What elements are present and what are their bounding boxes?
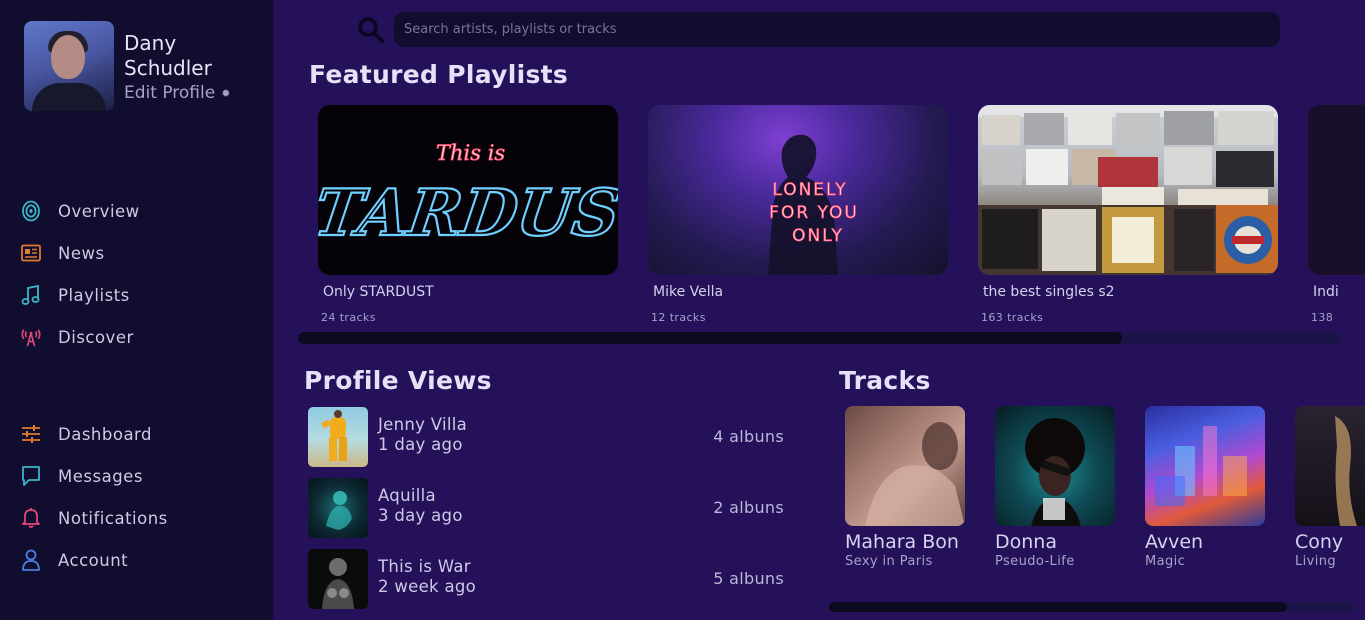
playlist-card[interactable]: LONELY FOR YOU ONLY Mike Vella 12 tracks — [648, 105, 948, 324]
track-artist: Living — [1295, 554, 1337, 569]
playlist-track-count: 12 tracks — [651, 311, 706, 324]
neon-line-3: ONLY — [792, 226, 844, 246]
track-name: Cony — [1295, 531, 1344, 553]
list-item[interactable]: Aquilla 3 day ago 2 albuns — [308, 478, 788, 538]
avatar[interactable] — [24, 21, 114, 111]
profile-view-name: Aquilla — [378, 486, 436, 505]
profile-view-time: 2 week ago — [378, 577, 477, 596]
nav-label-news: News — [58, 243, 105, 263]
nav-label-dashboard: Dashboard — [58, 424, 153, 444]
featured-scrollbar-thumb[interactable] — [298, 332, 1122, 344]
nav-item-dashboard[interactable]: Dashboard — [20, 413, 168, 455]
nav-item-discover[interactable]: Discover — [20, 316, 140, 358]
list-item[interactable]: This is War 2 week ago 5 albuns — [308, 549, 788, 609]
tracks-scrollbar-thumb[interactable] — [829, 602, 1287, 612]
playlist-cover — [1308, 105, 1365, 275]
profile-view-thumbnail — [308, 549, 368, 609]
profile-view-thumbnail — [308, 478, 368, 538]
track-name: Donna — [995, 531, 1057, 553]
nav-label-messages: Messages — [58, 466, 143, 486]
tracks-scrollbar[interactable] — [829, 602, 1355, 612]
stardust-art-top-text: This is — [436, 141, 505, 165]
featured-scrollbar[interactable] — [298, 332, 1341, 344]
track-cover — [845, 406, 965, 526]
nav-label-discover: Discover — [58, 327, 134, 347]
nav-label-notifications: Notifications — [58, 508, 168, 528]
music-note-icon — [20, 284, 42, 306]
profile-view-albums: 5 albuns — [713, 569, 784, 588]
nav-label-account: Account — [58, 550, 129, 570]
playlist-name: Indi — [1313, 284, 1339, 300]
nav-item-notifications[interactable]: Notifications — [20, 497, 168, 539]
user-icon — [20, 549, 42, 571]
playlist-name: the best singles s2 — [983, 284, 1115, 300]
track-artist: Magic — [1145, 554, 1186, 569]
chat-icon — [20, 465, 42, 487]
track-artist: Sexy in Paris — [845, 554, 933, 569]
target-icon — [20, 200, 42, 222]
track-card[interactable]: Cony Living — [1295, 406, 1365, 569]
nav-item-messages[interactable]: Messages — [20, 455, 168, 497]
sliders-icon — [20, 423, 42, 445]
profile-views-title: Profile Views — [304, 366, 492, 395]
playlist-name: Mike Vella — [653, 284, 724, 300]
track-name: Avven — [1145, 531, 1204, 553]
broadcast-icon — [20, 326, 42, 348]
user-profile: Dany Schudler Edit Profile ✹ — [24, 21, 234, 111]
profile-view-time: 3 day ago — [378, 506, 463, 525]
search-icon[interactable] — [357, 16, 385, 44]
playlist-track-count: 163 tracks — [981, 311, 1044, 324]
list-item[interactable]: Jenny Villa 1 day ago 4 albuns — [308, 407, 788, 467]
nav-label-playlists: Playlists — [58, 285, 130, 305]
primary-nav: Overview News Playlists Discover — [20, 190, 140, 358]
gear-icon: ✹ — [221, 86, 231, 100]
profile-view-name: This is War — [378, 557, 471, 576]
playlist-card[interactable]: the best singles s2 163 tracks — [978, 105, 1278, 324]
track-artist: Pseudo-Life — [995, 554, 1075, 569]
nav-label-overview: Overview — [58, 201, 140, 221]
bell-icon — [20, 507, 42, 529]
edit-profile-label: Edit Profile — [124, 83, 216, 103]
playlist-card[interactable]: Indi 138 — [1308, 105, 1365, 335]
nav-item-account[interactable]: Account — [20, 539, 168, 581]
stardust-art-main-text: STARDUST — [318, 176, 618, 251]
track-cover — [995, 406, 1115, 526]
track-cover — [1145, 406, 1265, 526]
profile-view-name: Jenny Villa — [378, 415, 468, 434]
nav-item-news[interactable]: News — [20, 232, 140, 274]
edit-profile-link[interactable]: Edit Profile ✹ — [124, 83, 234, 103]
playlist-track-count: 24 tracks — [321, 311, 376, 324]
track-name: Mahara Bon — [845, 531, 959, 553]
playlist-name: Only STARDUST — [323, 284, 434, 300]
neon-line-1: LONELY — [772, 180, 847, 200]
featured-playlists-title: Featured Playlists — [309, 60, 569, 89]
playlist-card[interactable]: This is STARDUST Only STARDUST 24 tracks — [318, 105, 618, 324]
nav-item-overview[interactable]: Overview — [20, 190, 140, 232]
app-root: Dany Schudler Edit Profile ✹ Overview Ne… — [0, 0, 1365, 620]
track-card[interactable]: Donna Pseudo-Life — [995, 406, 1115, 569]
track-card[interactable]: Avven Magic — [1145, 406, 1265, 569]
profile-view-time: 1 day ago — [378, 435, 463, 454]
track-card[interactable]: Mahara Bon Sexy in Paris — [845, 406, 965, 569]
playlist-cover — [978, 105, 1278, 275]
newspaper-icon — [20, 242, 42, 264]
track-cover — [1295, 406, 1365, 526]
playlist-cover: This is STARDUST — [318, 105, 618, 275]
search-input[interactable] — [394, 12, 1280, 47]
user-name: Dany Schudler — [124, 31, 212, 80]
profile-view-thumbnail — [308, 407, 368, 467]
neon-line-2: FOR YOU — [769, 203, 859, 223]
tracks-title: Tracks — [839, 366, 931, 395]
secondary-nav: Dashboard Messages Notifications Account — [20, 413, 168, 581]
sidebar: Dany Schudler Edit Profile ✹ Overview Ne… — [0, 0, 273, 620]
playlist-track-count: 138 — [1311, 311, 1334, 324]
nav-item-playlists[interactable]: Playlists — [20, 274, 140, 316]
profile-view-albums: 4 albuns — [713, 427, 784, 446]
playlist-cover: LONELY FOR YOU ONLY — [648, 105, 948, 275]
profile-view-albums: 2 albuns — [713, 498, 784, 517]
